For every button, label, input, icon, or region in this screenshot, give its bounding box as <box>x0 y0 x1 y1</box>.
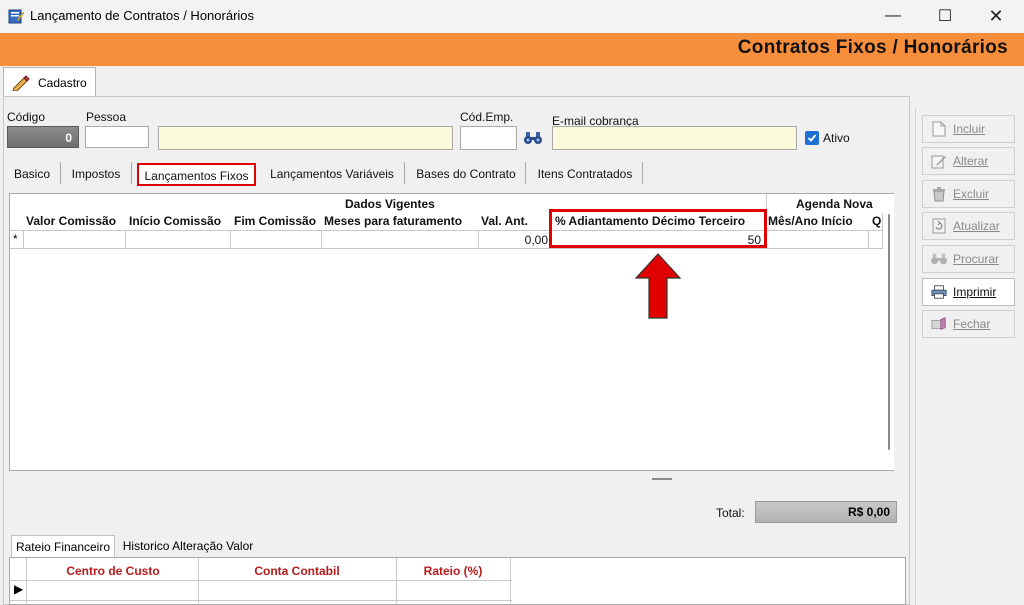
checkmark-icon <box>807 134 817 142</box>
red-arrow-annotation <box>634 253 682 319</box>
binoculars-icon <box>931 253 947 265</box>
trash-icon <box>933 187 945 202</box>
grid-line <box>396 558 397 605</box>
col-rateio-percent[interactable]: Rateio (%) <box>396 564 510 578</box>
grid-line <box>321 230 322 249</box>
grid-vertical-scrollbar[interactable] <box>884 194 894 470</box>
group-header-agenda-nova: Agenda Nova <box>796 197 873 211</box>
grid-line <box>10 600 512 601</box>
rateio-grid[interactable]: Centro de Custo Conta Contabil Rateio (%… <box>9 557 906 605</box>
tab-separator <box>131 162 132 184</box>
imprimir-button[interactable]: Imprimir <box>922 278 1015 306</box>
ativo-label: Ativo <box>823 131 850 145</box>
imprimir-label: Imprimir <box>953 285 997 299</box>
tab-rateio-financeiro[interactable]: Rateio Financeiro <box>11 535 115 557</box>
col-meses-faturamento[interactable]: Meses para faturamento <box>324 214 462 228</box>
highlight-box <box>549 209 767 248</box>
cod-emp-input[interactable] <box>460 126 517 150</box>
tab-cadastro[interactable]: Cadastro <box>3 67 96 97</box>
pencil-icon <box>12 74 30 91</box>
grid-line <box>23 230 24 249</box>
alterar-label: Alterar <box>953 154 989 168</box>
grid-line <box>868 230 869 249</box>
grid-line <box>478 230 479 249</box>
horizontal-scroll-thumb[interactable] <box>652 478 672 480</box>
total-label: Total: <box>716 506 745 520</box>
fechar-label: Fechar <box>953 317 991 331</box>
incluir-label: Incluir <box>953 122 986 136</box>
group-header-dados-vigentes: Dados Vigentes <box>345 197 435 211</box>
grid-line <box>510 558 511 605</box>
col-centro-de-custo[interactable]: Centro de Custo <box>28 564 198 578</box>
procurar-label: Procurar <box>953 252 1000 266</box>
window-title: Lançamento de Contratos / Honorários <box>30 8 255 23</box>
col-valor-comissao[interactable]: Valor Comissão <box>26 214 116 228</box>
col-fim-comissao[interactable]: Fim Comissão <box>234 214 316 228</box>
col-val-ant[interactable]: Val. Ant. <box>481 214 528 228</box>
col-conta-contabil[interactable]: Conta Contabil <box>198 564 396 578</box>
pessoa-name-input[interactable] <box>158 126 453 150</box>
scrollbar-thumb[interactable] <box>888 214 890 450</box>
close-door-icon <box>931 317 946 330</box>
grid-line <box>198 558 199 605</box>
binoculars-search-icon[interactable] <box>524 131 542 145</box>
tab-basico[interactable]: Basico <box>7 162 57 186</box>
excluir-label: Excluir <box>953 187 990 201</box>
codigo-label: Código <box>7 110 46 124</box>
tab-itens-contratados[interactable]: Itens Contratados <box>532 162 638 186</box>
codigo-field[interactable]: 0 <box>7 126 79 148</box>
total-value: R$ 0,00 <box>755 501 897 523</box>
atualizar-button[interactable]: Atualizar <box>922 212 1015 240</box>
form-header: Contratos Fixos / Honorários <box>0 33 1024 66</box>
excluir-button[interactable]: Excluir <box>922 180 1015 208</box>
tab-separator <box>642 162 643 184</box>
edit-icon <box>931 155 946 169</box>
form-header-title: Contratos Fixos / Honorários <box>737 37 1008 58</box>
email-cobranca-input[interactable] <box>552 126 797 150</box>
current-row-marker: ▶ <box>14 582 24 596</box>
tab-lancamentos-variaveis[interactable]: Lançamentos Variáveis <box>265 162 399 186</box>
close-window-button[interactable]: ✕ <box>973 0 1019 32</box>
grid-line <box>882 213 883 249</box>
pessoa-label: Pessoa <box>86 110 127 124</box>
procurar-button[interactable]: Procurar <box>922 245 1015 273</box>
grid-line <box>10 580 512 581</box>
grid-line <box>26 558 27 605</box>
grid-line <box>10 248 882 249</box>
tab-separator <box>60 162 61 184</box>
atualizar-label: Atualizar <box>953 219 1000 233</box>
tab-separator <box>404 162 405 184</box>
tab-cadastro-label: Cadastro <box>38 75 87 90</box>
cell-val-ant[interactable]: 0,00 <box>480 233 548 247</box>
new-row-marker: * <box>13 232 18 246</box>
app-icon <box>8 9 24 24</box>
grid-line <box>125 230 126 249</box>
printer-icon <box>931 285 947 299</box>
alterar-button[interactable]: Alterar <box>922 147 1015 175</box>
minimize-button[interactable]: — <box>870 0 916 32</box>
tab-historico-alteracao-valor[interactable]: Historico Alteração Valor <box>118 535 258 557</box>
maximize-button[interactable]: ☐ <box>922 0 968 32</box>
tab-lancamentos-fixos[interactable]: Lançamentos Fixos <box>137 163 256 186</box>
incluir-button[interactable]: Incluir <box>922 115 1015 143</box>
pessoa-code-input[interactable] <box>85 126 149 148</box>
grid-line <box>230 230 231 249</box>
col-inicio-comissao[interactable]: Início Comissão <box>129 214 221 228</box>
cod-emp-label: Cód.Emp. <box>460 110 514 124</box>
tab-bases-contrato[interactable]: Bases do Contrato <box>412 162 520 186</box>
ativo-checkbox[interactable] <box>805 131 819 145</box>
refresh-icon <box>932 218 946 234</box>
tab-separator <box>525 162 526 184</box>
tab-impostos[interactable]: Impostos <box>64 162 128 186</box>
fechar-button[interactable]: Fechar <box>922 310 1015 338</box>
col-q[interactable]: Q <box>872 214 881 228</box>
document-icon <box>932 121 946 137</box>
col-mes-ano-inicio[interactable]: Mês/Ano Início <box>768 214 853 228</box>
